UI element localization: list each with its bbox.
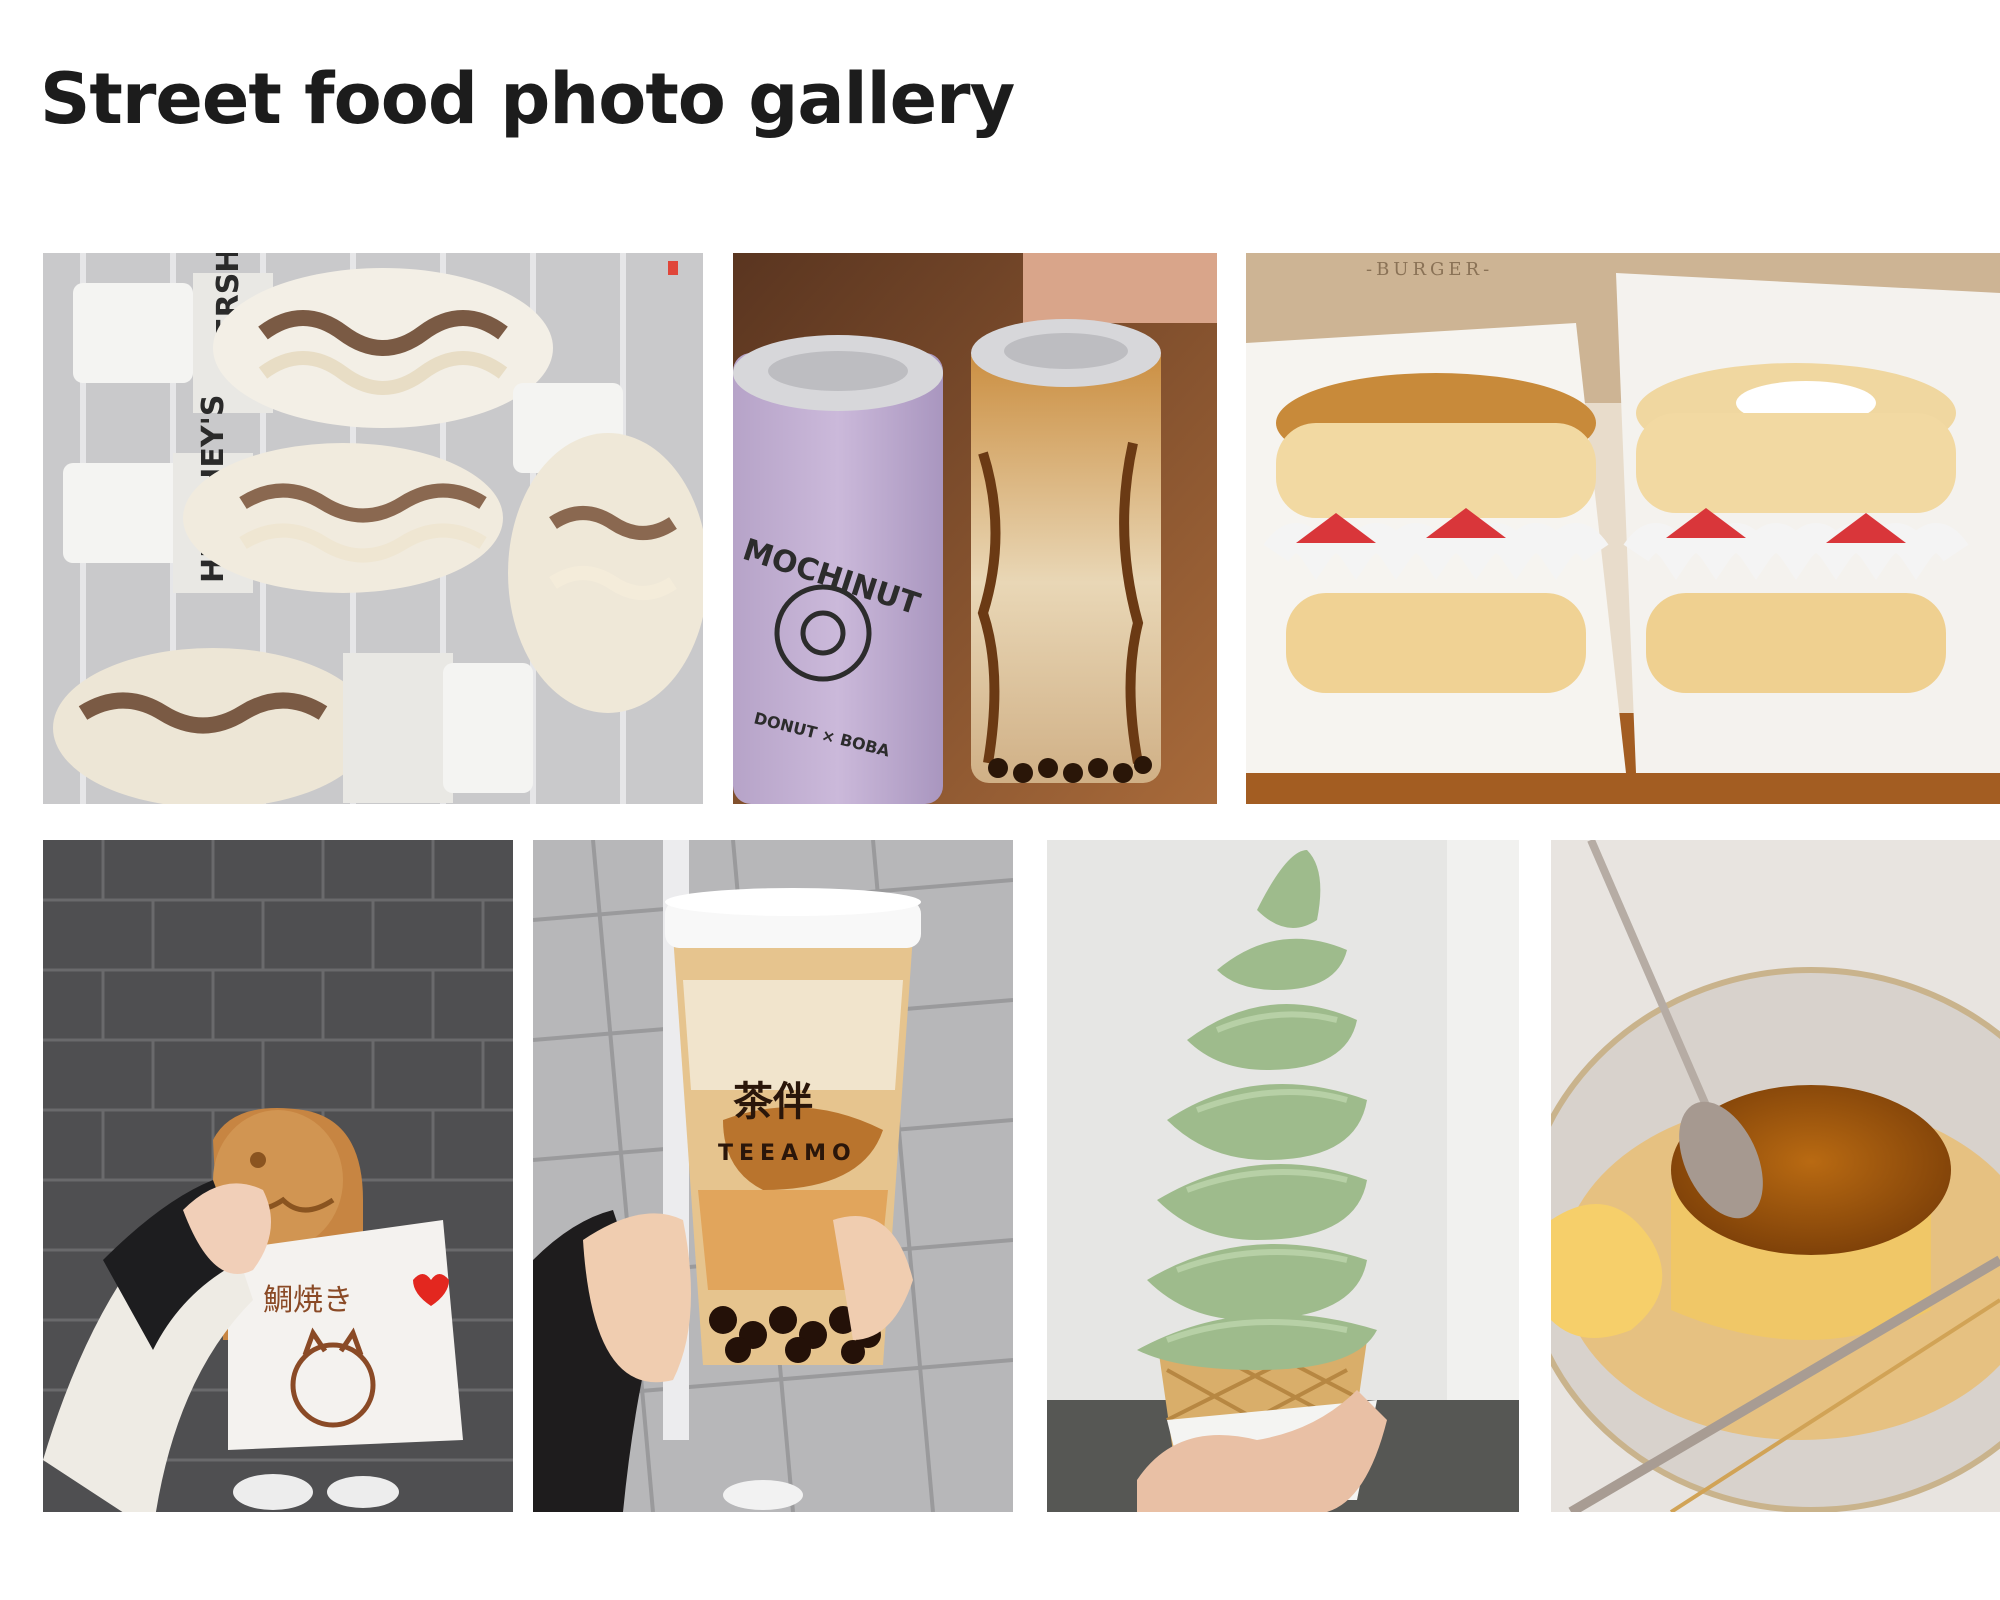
photo-taiyaki-image: 鯛焼き: [43, 840, 513, 1512]
photo-brown-sugar-boba-image: 茶伴 TEEAMO: [533, 840, 1013, 1512]
gallery-photo-hersheys-cones[interactable]: HERSHEY'S HERSHEY'S: [43, 253, 703, 804]
photo-canned-bubble-tea-image: MOCHINUT DONUT × BOBA: [733, 253, 1217, 804]
gallery-photo-brown-sugar-boba[interactable]: 茶伴 TEEAMO: [533, 840, 1013, 1512]
gallery-photo-canned-bubble-tea[interactable]: MOCHINUT DONUT × BOBA: [733, 253, 1217, 804]
photo-matcha-cone-image: [1047, 840, 1519, 1512]
photo-pancake-burgers-image: -BURGER-: [1246, 253, 2000, 804]
photo-custard-pudding-image: [1551, 840, 2000, 1512]
photo-hersheys-cones-image: HERSHEY'S HERSHEY'S: [43, 253, 703, 804]
gallery-photo-pancake-burgers[interactable]: -BURGER-: [1246, 253, 2000, 804]
gallery-photo-taiyaki[interactable]: 鯛焼き: [43, 840, 513, 1512]
gallery-photo-matcha-cone[interactable]: [1047, 840, 1519, 1512]
burger-box-label: -BURGER-: [1366, 259, 1493, 280]
boba-cup-brand: TEEAMO: [718, 1141, 857, 1166]
page-title: Street food photo gallery: [40, 58, 1015, 140]
taiyaki-bag-label: 鯛焼き: [263, 1283, 353, 1318]
boba-cup-logo: 茶伴: [733, 1079, 813, 1125]
gallery-photo-custard-pudding[interactable]: [1551, 840, 2000, 1512]
